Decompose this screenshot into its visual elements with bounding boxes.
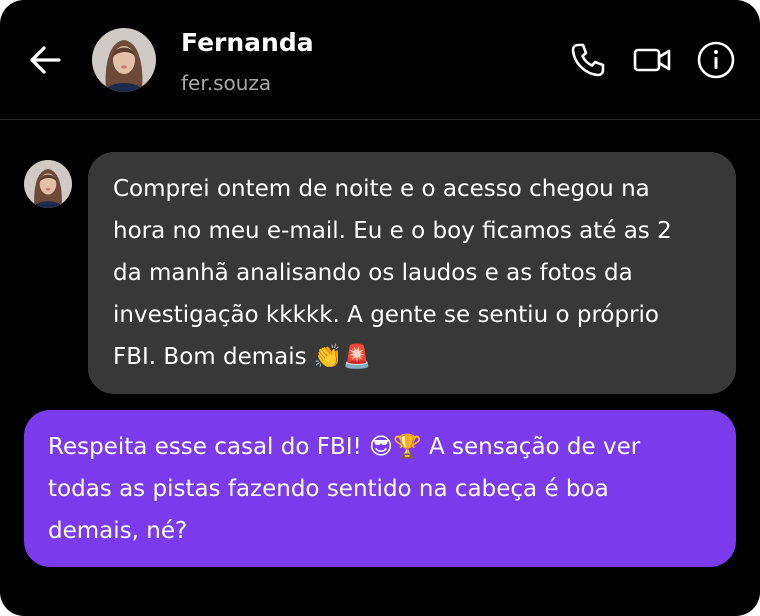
message-line: Comprei ontem de noite e o acesso chegou… xyxy=(113,176,650,202)
message-line: demais, né? xyxy=(48,518,188,544)
contact-avatar[interactable] xyxy=(92,28,156,92)
back-button[interactable] xyxy=(26,40,66,80)
message-line: todas as pistas fazendo sentido na cabeç… xyxy=(48,476,609,502)
chat-window: Fernanda fer.souza Comprei ontem de noit… xyxy=(0,0,760,616)
message-avatar[interactable] xyxy=(24,160,72,208)
message-line: FBI. Bom demais 👏🚨 xyxy=(113,344,372,370)
message-line: Respeita esse casal do FBI! 😎🏆 A sensaçã… xyxy=(48,434,641,460)
message-line: hora no meu e-mail. Eu e o boy ficamos a… xyxy=(113,218,672,244)
video-call-button[interactable] xyxy=(632,40,672,80)
message-line: investigação kkkkk. A gente se sentiu o … xyxy=(113,302,659,328)
phone-icon xyxy=(571,43,605,77)
arrow-left-icon xyxy=(30,46,61,74)
outgoing-message-bubble[interactable]: Respeita esse casal do FBI! 😎🏆 A sensaçã… xyxy=(24,410,736,567)
info-button[interactable] xyxy=(696,40,736,80)
call-button[interactable] xyxy=(568,40,608,80)
message-line: da manhã analisando os laudos e as fotos… xyxy=(113,260,633,286)
info-icon xyxy=(697,41,735,79)
chat-header: Fernanda fer.souza xyxy=(0,0,760,120)
video-camera-icon xyxy=(633,48,671,72)
contact-name[interactable]: Fernanda xyxy=(181,28,314,58)
contact-handle: fer.souza xyxy=(181,71,272,95)
incoming-message-bubble[interactable]: Comprei ontem de noite e o acesso chegou… xyxy=(88,152,736,394)
